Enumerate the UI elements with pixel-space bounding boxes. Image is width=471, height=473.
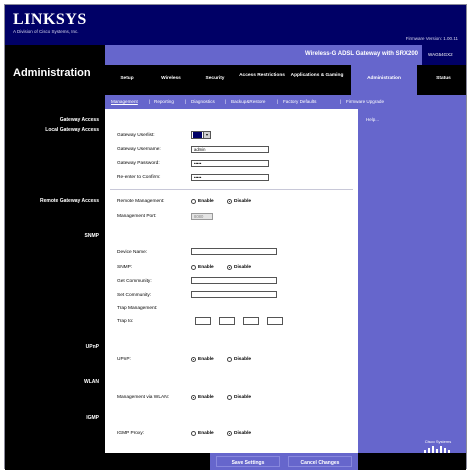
section-igmp: IGMP <box>5 413 358 423</box>
tab-administration[interactable]: Administration <box>351 65 417 95</box>
subtab-factory-defaults[interactable]: Factory Defaults <box>283 99 316 104</box>
main-tabs: Setup Wireless Security Access Restricti… <box>105 65 466 95</box>
igmp-proxy-label: IGMP Proxy: <box>117 431 145 436</box>
trap-ip-octet-2[interactable] <box>219 317 235 325</box>
tab-wireless[interactable]: Wireless <box>149 65 193 95</box>
upnp-enable-radio[interactable] <box>191 357 196 362</box>
selected-value <box>193 132 202 138</box>
trap-to-label: Trap to: <box>117 319 134 324</box>
section-upnp: UPnP <box>5 342 358 352</box>
subtab-separator: | <box>149 99 151 104</box>
remote-disable-radio[interactable] <box>227 199 232 204</box>
wlan-management-label: Management via WLAN: <box>117 395 169 400</box>
wlan-enable-radio[interactable] <box>191 395 196 400</box>
section-title: Gateway Access <box>5 115 105 125</box>
trap-ip-octet-1[interactable] <box>195 317 211 325</box>
username-label: Gateway Username: <box>117 147 161 152</box>
tab-security[interactable]: Security <box>193 65 237 95</box>
remote-enable-label: Enable <box>198 199 214 204</box>
section-title: SNMP <box>5 231 105 241</box>
wlan-disable-radio[interactable] <box>227 395 232 400</box>
get-community-label: Get Community: <box>117 279 152 284</box>
chevron-down-icon: ▾ <box>203 132 210 138</box>
igmp-disable-radio[interactable] <box>227 431 232 436</box>
subtab-firmware-upgrade[interactable]: Firmware Upgrade <box>346 99 384 104</box>
remote-enable-radio[interactable] <box>191 199 196 204</box>
section-gateway-access: Gateway Access <box>5 115 358 125</box>
subtab-separator: | <box>340 99 342 104</box>
igmp-enable-radio[interactable] <box>191 431 196 436</box>
management-port-input[interactable]: 8080 <box>191 213 213 220</box>
get-community-input[interactable] <box>191 277 277 284</box>
left-label-column <box>5 109 105 453</box>
tab-status[interactable]: Status <box>421 65 466 95</box>
subtab-separator: | <box>277 99 279 104</box>
reenter-password-label: Re-enter to Confirm: <box>117 175 161 180</box>
product-name: Wireless-G ADSL Gateway with SRX200 <box>305 51 418 57</box>
page-title: Administration <box>5 45 105 109</box>
set-community-label: Set Community: <box>117 293 152 298</box>
password-label: Gateway Password: <box>117 161 160 166</box>
divider <box>110 189 353 190</box>
trap-ip-octet-4[interactable] <box>267 317 283 325</box>
trap-ip-octet-3[interactable] <box>243 317 259 325</box>
logo-subtitle: A Division of Cisco Systems, Inc. <box>13 29 79 34</box>
remote-disable-label: Disable <box>234 199 252 204</box>
snmp-label: SNMP: <box>117 265 133 270</box>
subtab-separator: | <box>225 99 227 104</box>
wlan-enable-label: Enable <box>198 395 214 400</box>
username-input[interactable]: admin <box>191 146 269 153</box>
help-panel: Help... <box>358 109 466 453</box>
firmware-version: Firmware Version: 1.00.11 <box>405 36 458 41</box>
footer-button-area: Save Settings Cancel Changes <box>210 453 358 470</box>
upnp-disable-radio[interactable] <box>227 357 232 362</box>
router-admin-page: LINKSYS A Division of Cisco Systems, Inc… <box>4 4 467 470</box>
local-gateway-access-label: Local Gateway Access <box>45 127 99 133</box>
subtab-separator: | <box>185 99 187 104</box>
cancel-changes-button[interactable]: Cancel Changes <box>288 456 352 467</box>
section-snmp: SNMP <box>5 231 358 241</box>
upnp-disable-label: Disable <box>234 357 252 362</box>
admin-nav: Administration Wireless-G ADSL Gateway w… <box>5 45 466 109</box>
snmp-disable-radio[interactable] <box>227 265 232 270</box>
sub-tabs: Management | Reporting | Diagnostics | B… <box>105 95 466 109</box>
userlist-select[interactable]: ▾ <box>191 131 211 139</box>
save-settings-button[interactable]: Save Settings <box>216 456 280 467</box>
device-name-label: Device Name: <box>117 250 148 255</box>
header: LINKSYS A Division of Cisco Systems, Inc… <box>5 5 466 45</box>
igmp-enable-label: Enable <box>198 431 214 436</box>
snmp-enable-radio[interactable] <box>191 265 196 270</box>
userlist-label: Gateway Userlist: <box>117 133 155 138</box>
section-wlan: WLAN <box>5 377 358 387</box>
snmp-enable-label: Enable <box>198 265 214 270</box>
igmp-disable-label: Disable <box>234 431 252 436</box>
subtab-diagnostics[interactable]: Diagnostics <box>191 99 215 104</box>
reenter-password-input[interactable]: ••••• <box>191 174 269 181</box>
upnp-label: UPnP: <box>117 357 131 362</box>
remote-gateway-access-label: Remote Gateway Access <box>39 198 99 204</box>
set-community-input[interactable] <box>191 291 277 298</box>
device-name-input[interactable] <box>191 248 277 255</box>
linksys-logo: LINKSYS <box>13 11 87 28</box>
section-title: WLAN <box>5 377 105 387</box>
model-number: WAG54GX2 <box>422 45 466 65</box>
upnp-enable-label: Enable <box>198 357 214 362</box>
snmp-disable-label: Disable <box>234 265 252 270</box>
management-port-label: Management Port: <box>117 214 157 219</box>
subtab-reporting[interactable]: Reporting <box>154 99 174 104</box>
tab-applications-gaming[interactable]: Applications & Gaming <box>287 65 347 95</box>
cisco-logo-text: Cisco Systems <box>424 439 452 444</box>
help-link[interactable]: Help... <box>366 117 379 122</box>
product-bar: Wireless-G ADSL Gateway with SRX200 WAG5… <box>105 45 466 65</box>
tab-access-restrictions[interactable]: Access Restrictions <box>237 65 287 95</box>
tab-setup[interactable]: Setup <box>105 65 149 95</box>
section-title: UPnP <box>5 342 105 352</box>
remote-management-label: Remote Management: <box>117 199 165 204</box>
subtab-backup-restore[interactable]: Backup&Restore <box>231 99 265 104</box>
password-input[interactable]: ••••• <box>191 160 269 167</box>
section-title: IGMP <box>5 413 105 423</box>
subtab-management[interactable]: Management <box>111 99 138 104</box>
trap-management-label: Trap Management: <box>117 306 158 311</box>
wlan-disable-label: Disable <box>234 395 252 400</box>
